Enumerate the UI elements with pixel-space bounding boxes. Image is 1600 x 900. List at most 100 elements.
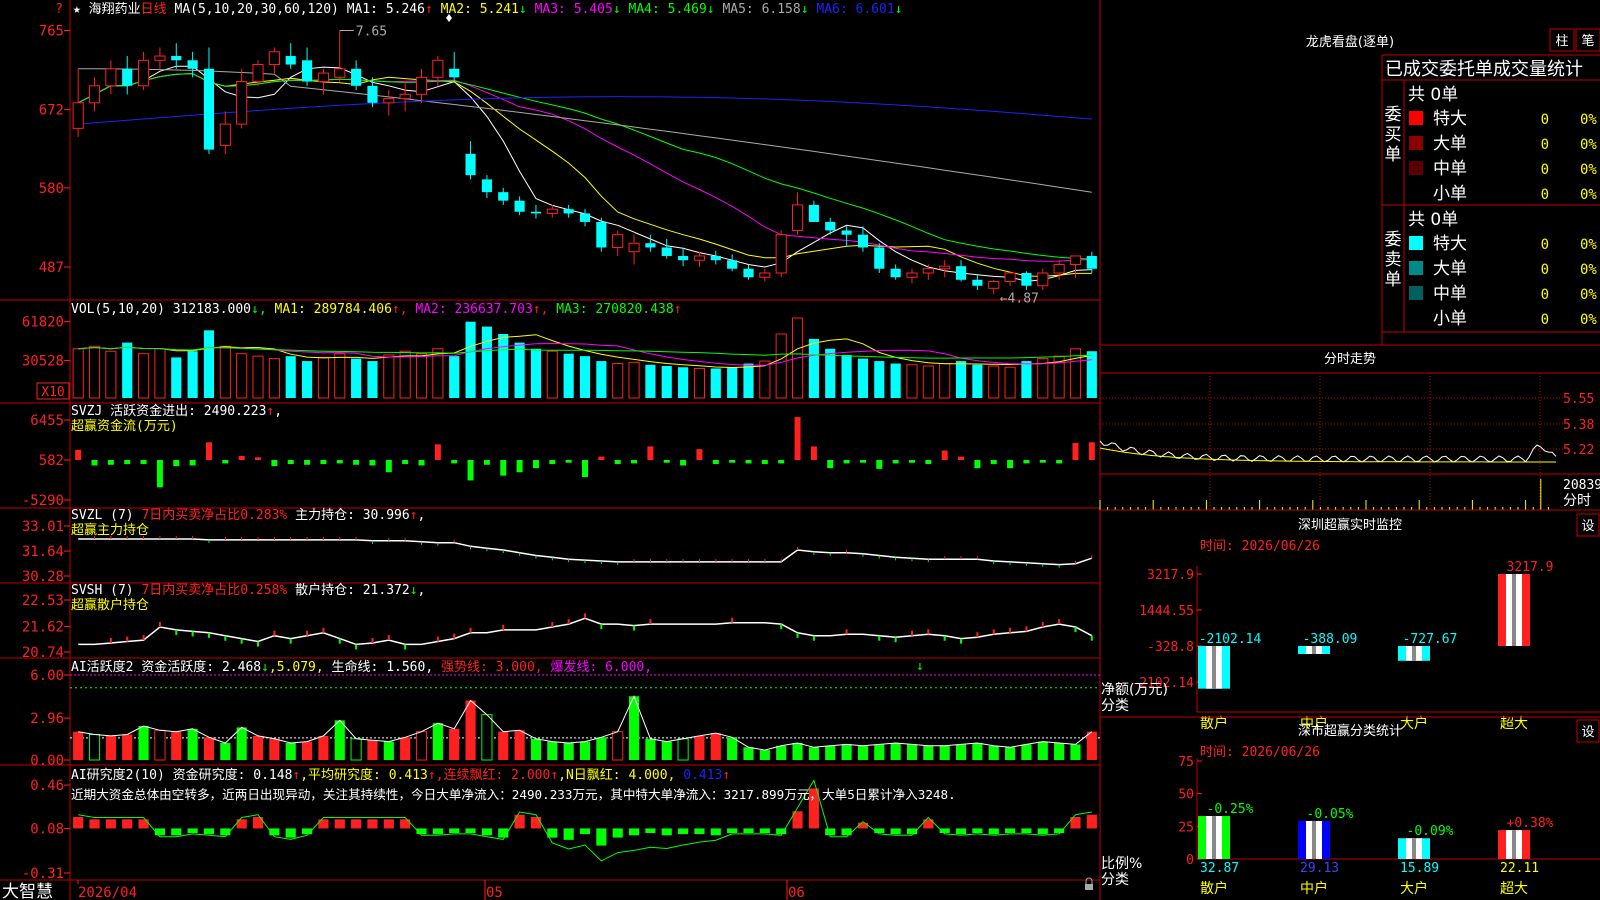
ma-value: MA1: 5.246	[347, 2, 425, 17]
volume-bar-down	[285, 356, 296, 398]
candle-down	[285, 56, 296, 65]
volume-bar-down	[481, 326, 492, 398]
fund-flow-bar	[647, 446, 654, 461]
volume-bar-up	[628, 361, 640, 399]
activity-bar	[677, 738, 689, 761]
candle-down	[857, 234, 869, 248]
volume-bar-down	[498, 334, 509, 398]
ma-value: MA2: 5.241	[441, 2, 519, 17]
fund-flow-bar	[140, 460, 147, 465]
header-part: ↑	[428, 768, 436, 783]
research-bar	[857, 822, 869, 829]
header-part: ↑	[292, 768, 300, 783]
volume-bar-down	[465, 321, 476, 398]
volume-bar-down	[530, 348, 542, 398]
volume-bar-up	[922, 365, 934, 399]
volume-bar-up	[546, 350, 558, 399]
research-bar	[73, 817, 84, 829]
candle-down	[122, 68, 133, 86]
volume-bar-down	[890, 363, 901, 398]
activity-bar	[171, 731, 182, 760]
candle-down	[465, 153, 476, 176]
header-part: AI研究度2(10) 资金研究度: 0.148	[71, 767, 292, 783]
research-bar	[972, 828, 983, 833]
svzl-header: SVZL (7) 7日内买卖净占比0.283% 主力持仓: 30.996↑,	[71, 507, 425, 523]
activity-bar	[694, 735, 705, 760]
activity-bar	[906, 744, 918, 760]
buy-side-label: 买	[1385, 125, 1402, 145]
research-bar	[890, 828, 901, 835]
volume-bar-up	[988, 365, 1000, 399]
signal-arrow-icon: ↓	[916, 659, 924, 674]
fund-flow-bar	[892, 460, 899, 464]
volume-bar-up	[105, 350, 117, 399]
header-part: ↑	[550, 768, 558, 783]
vol-value: VOL(5,10,20) 312183.000	[71, 302, 251, 317]
candle-down	[825, 221, 836, 231]
volume-bar-down	[727, 367, 738, 398]
volume-bar-up	[88, 345, 101, 399]
activity-bar	[73, 731, 84, 760]
buy-row-name: 中单	[1433, 159, 1467, 179]
candle-up	[219, 123, 231, 146]
volume-bar-up	[906, 364, 918, 399]
monitor-xlabel: 分类	[1101, 698, 1129, 714]
volume-bar-down	[351, 358, 362, 398]
volume-bar-down	[122, 342, 133, 398]
svzl-subtitle: 超赢主力持仓	[71, 522, 149, 538]
sell-swatch	[1409, 261, 1423, 275]
activity-bar	[1037, 741, 1048, 760]
fund-flow-bar	[238, 455, 245, 461]
volume-bar-down	[514, 342, 525, 398]
volume-bar-up	[775, 333, 787, 399]
buy-swatch	[1409, 136, 1423, 150]
candle-up	[88, 85, 101, 104]
research-bar	[334, 819, 345, 829]
activity-bar	[743, 747, 754, 760]
fund-flow-bar	[696, 449, 703, 461]
activity-bar	[1005, 747, 1016, 760]
volume-bar-up	[415, 353, 428, 399]
candle-up	[988, 280, 1000, 289]
candle-down	[890, 268, 901, 278]
fund-flow-bar	[908, 460, 915, 463]
low-price-label: ←4.87	[1000, 291, 1039, 306]
header-part: 主力持仓: 30.996	[295, 508, 410, 523]
buy-swatch	[1409, 111, 1423, 125]
research-bar	[612, 828, 623, 838]
sell-row-name: 小单	[1433, 309, 1467, 329]
fund-flow-bar	[532, 460, 539, 469]
help-icon: ?	[55, 2, 63, 17]
svsh-header: SVSH (7) 7日内买卖净占比0.258% 散户持仓: 21.372↓,	[71, 582, 425, 598]
activity-bar	[939, 745, 950, 760]
candle-down	[710, 255, 721, 261]
stock-chart-canvas[interactable]: 765 672 580 487 7.65 ←4.87 ★ 海翔药业日线 MA(5,10,20…	[0, 0, 1600, 900]
volume-bar-up	[252, 355, 264, 399]
candle-up	[154, 55, 166, 61]
vol-unit: X10	[41, 385, 64, 400]
research-bar	[138, 819, 149, 829]
header-part: ↑	[410, 508, 418, 523]
date-label: 06	[788, 885, 805, 900]
header-part: 7日内买卖净占比0.283%	[141, 507, 295, 523]
fund-flow-bar	[124, 460, 131, 465]
activity-bar	[563, 743, 574, 760]
fund-flow-bar	[189, 460, 196, 466]
activity-bar	[122, 734, 133, 760]
fund-flow-bar	[663, 460, 670, 463]
candle-up	[791, 204, 804, 231]
price-tick: 580	[39, 181, 64, 197]
svzj-tick: 6455	[30, 413, 64, 429]
fund-flow-bar	[794, 417, 801, 461]
activity-bar	[596, 737, 607, 760]
candle-down	[727, 260, 738, 269]
fund-flow-bar	[859, 460, 866, 463]
fund-flow-bar	[434, 444, 441, 461]
bar-mode-label: 柱	[1555, 34, 1568, 49]
research-bar	[841, 828, 852, 836]
candle-down	[171, 56, 182, 61]
volume-bar-up	[317, 356, 329, 399]
activity-bar	[236, 727, 247, 760]
lock-icon[interactable]	[1085, 884, 1093, 890]
fund-flow-bar	[287, 460, 294, 465]
